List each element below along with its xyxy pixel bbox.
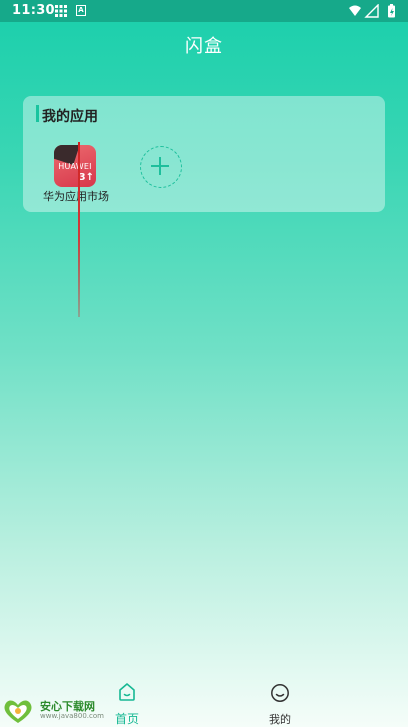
section-title: 我的应用 — [42, 109, 98, 125]
signal-icon — [364, 4, 379, 18]
watermark-url: www.java800.com — [40, 712, 104, 720]
section-title-accent — [36, 105, 39, 122]
a-notification-icon: A — [76, 5, 86, 16]
battery-icon — [388, 4, 395, 18]
smiley-icon — [271, 684, 289, 702]
drag-pointer-line — [78, 142, 80, 317]
app-icon-badge: 3↑ — [78, 172, 94, 183]
nav-mine-label: 我的 — [269, 713, 291, 726]
app-icon-text: HUAWEI — [58, 162, 92, 171]
nav-mine-tab[interactable]: 我的 — [255, 682, 305, 726]
watermark-logo-icon — [4, 700, 32, 723]
huawei-app-market-icon[interactable]: HUAWEI 3↑ — [54, 145, 96, 187]
add-app-button[interactable] — [140, 146, 182, 188]
home-icon — [119, 683, 135, 701]
app-label[interactable]: 华为应用市场 — [36, 188, 116, 204]
grid-notification-icon — [55, 5, 67, 17]
status-icons — [349, 4, 395, 18]
status-time: 11:30 — [12, 3, 55, 18]
watermark: 安心下载网 www.java800.com — [2, 697, 112, 725]
plus-icon — [151, 157, 169, 175]
page-title: 闪盒 — [185, 36, 223, 57]
wifi-icon — [349, 5, 361, 16]
status-bar: 11:30 A — [0, 0, 408, 22]
